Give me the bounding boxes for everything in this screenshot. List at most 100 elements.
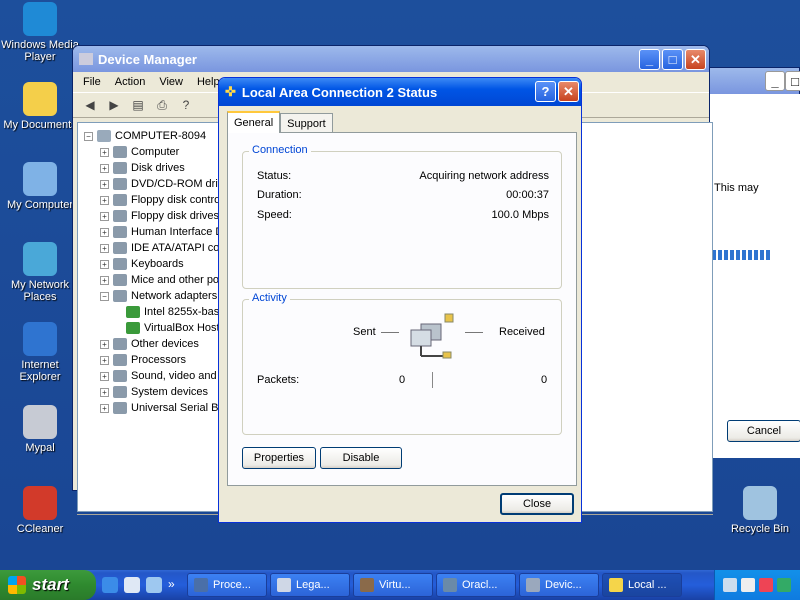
expand-icon[interactable]: + xyxy=(100,339,109,349)
connection-status-dialog: ✜ Local Area Connection 2 Status ? ✕ Gen… xyxy=(218,77,582,523)
expand-icon[interactable]: + xyxy=(100,243,109,253)
tab-support[interactable]: Support xyxy=(280,113,333,133)
menu-action[interactable]: Action xyxy=(115,76,146,88)
connection-legend: Connection xyxy=(249,144,311,156)
overflow-chevron[interactable]: » xyxy=(168,577,178,593)
maximize-button[interactable]: □ xyxy=(785,71,800,91)
desktop-icon-ccleaner[interactable]: CCleaner xyxy=(0,486,80,535)
minimize-button[interactable]: _ xyxy=(639,49,660,70)
menu-file[interactable]: File xyxy=(83,76,101,88)
close-button[interactable]: ✕ xyxy=(685,49,706,70)
expand-icon[interactable]: + xyxy=(100,195,109,205)
menu-view[interactable]: View xyxy=(159,76,183,88)
volume-tray-icon[interactable] xyxy=(741,578,755,592)
properties-button[interactable]: Properties xyxy=(242,447,316,469)
tree-item[interactable]: + Other devices xyxy=(100,336,199,352)
computer-icon xyxy=(97,130,111,142)
taskbar-button[interactable]: Devic... xyxy=(519,573,599,597)
desktop-icon-my-network-places[interactable]: My Network Places xyxy=(0,242,80,303)
desktop-icon-my-computer[interactable]: My Computer xyxy=(0,162,80,211)
expand-icon[interactable]: + xyxy=(100,179,109,189)
menu-help[interactable]: Help xyxy=(197,76,220,88)
device-category-icon xyxy=(113,370,127,382)
tree-item[interactable]: + Keyboards xyxy=(100,256,184,272)
windows-media-player-icon xyxy=(23,2,57,36)
close-button[interactable]: Close xyxy=(500,493,574,515)
expand-icon[interactable]: + xyxy=(100,163,109,173)
tree-item[interactable]: − Network adapters xyxy=(100,288,217,304)
tree-item[interactable]: + Processors xyxy=(100,352,186,368)
device-category-icon xyxy=(113,402,127,414)
expand-icon[interactable]: + xyxy=(100,227,109,237)
internet-explorer-icon xyxy=(23,322,57,356)
expand-icon[interactable]: + xyxy=(100,355,109,365)
network-activity-icon xyxy=(410,313,454,359)
expand-icon[interactable]: + xyxy=(100,147,109,157)
taskbar-button[interactable]: Virtu... xyxy=(353,573,433,597)
disable-button[interactable]: Disable xyxy=(320,447,402,469)
expand-icon[interactable]: + xyxy=(100,259,109,269)
network-adapter-icon xyxy=(126,306,140,318)
expand-icon[interactable]: + xyxy=(100,275,109,285)
tab-general[interactable]: General xyxy=(227,111,281,133)
my-documents-icon xyxy=(23,82,57,116)
tree-item[interactable]: + Computer xyxy=(100,144,179,160)
cancel-button[interactable]: Cancel xyxy=(727,420,800,442)
collapse-icon[interactable]: − xyxy=(100,291,109,301)
tree-item[interactable]: + Disk drives xyxy=(100,160,185,176)
close-button[interactable]: ✕ xyxy=(558,81,579,102)
taskbar-button[interactable]: Lega... xyxy=(270,573,350,597)
background-dialog-text: This may xyxy=(714,182,759,194)
internet-explorer-icon[interactable] xyxy=(102,577,118,593)
packets-label: Packets: xyxy=(257,374,300,386)
maximize-button[interactable]: □ xyxy=(662,49,683,70)
tree-root[interactable]: − COMPUTER-8094 xyxy=(84,128,206,144)
my-computer-icon xyxy=(23,162,57,196)
forward-arrow-icon[interactable]: ▶ xyxy=(105,96,123,114)
tree-item[interactable]: + System devices xyxy=(100,384,208,400)
app-icon xyxy=(194,578,208,592)
expand-icon[interactable]: + xyxy=(100,403,109,413)
desktop-icon-recycle-bin[interactable]: Recycle Bin xyxy=(720,486,800,535)
expand-icon[interactable]: + xyxy=(100,387,109,397)
print-icon[interactable]: ⎙ xyxy=(153,96,171,114)
device-category-icon xyxy=(113,290,127,302)
properties-icon[interactable]: ▤ xyxy=(129,96,147,114)
device-manager-titlebar[interactable]: Device Manager _ □ ✕ xyxy=(73,46,709,72)
minimize-button[interactable]: _ xyxy=(765,71,785,91)
device-category-icon xyxy=(113,242,127,254)
status-dialog-titlebar[interactable]: ✜ Local Area Connection 2 Status ? ✕ xyxy=(219,78,581,106)
device-category-icon xyxy=(113,386,127,398)
security-tray-icon[interactable] xyxy=(777,578,791,592)
tree-item[interactable]: + Floppy disk drives xyxy=(100,208,219,224)
my-network-places-icon xyxy=(23,242,57,276)
help-button[interactable]: ? xyxy=(535,81,556,102)
taskbar-button[interactable]: Local ... xyxy=(602,573,682,597)
desktop-icon[interactable] xyxy=(146,577,162,593)
expand-icon[interactable]: + xyxy=(100,371,109,381)
recycle-bin-icon xyxy=(743,486,777,520)
activity-group: Activity Sent Received Packets: 0 0 xyxy=(242,292,562,435)
mypal-icon xyxy=(23,405,57,439)
network-tray-icon[interactable] xyxy=(723,578,737,592)
start-button[interactable]: start xyxy=(0,570,96,600)
desktop-icon-windows-media-player[interactable]: Windows Media Player xyxy=(0,2,80,63)
sent-label: Sent xyxy=(353,326,376,338)
back-arrow-icon[interactable]: ◀ xyxy=(81,96,99,114)
collapse-icon[interactable]: − xyxy=(84,131,93,141)
desktop-icon-internet-explorer[interactable]: Internet Explorer xyxy=(0,322,80,383)
expand-icon[interactable]: + xyxy=(100,211,109,221)
tree-item[interactable]: + DVD/CD-ROM drives xyxy=(100,176,235,192)
quick-launch: » xyxy=(96,577,184,593)
shield-tray-icon[interactable] xyxy=(759,578,773,592)
packets-received-value: 0 xyxy=(541,374,548,386)
device-manager-icon xyxy=(79,53,93,65)
taskbar: start » Proce... Lega... Virtu... Oracl... D… xyxy=(0,570,800,600)
help-icon[interactable]: ? xyxy=(177,96,195,114)
device-category-icon xyxy=(113,162,127,174)
taskbar-button[interactable]: Proce... xyxy=(187,573,267,597)
desktop-icon-mypal[interactable]: Mypal xyxy=(0,405,80,454)
taskbar-button[interactable]: Oracl... xyxy=(436,573,516,597)
desktop-icon-my-documents[interactable]: My Documents xyxy=(0,82,80,131)
media-player-icon[interactable] xyxy=(124,577,140,593)
